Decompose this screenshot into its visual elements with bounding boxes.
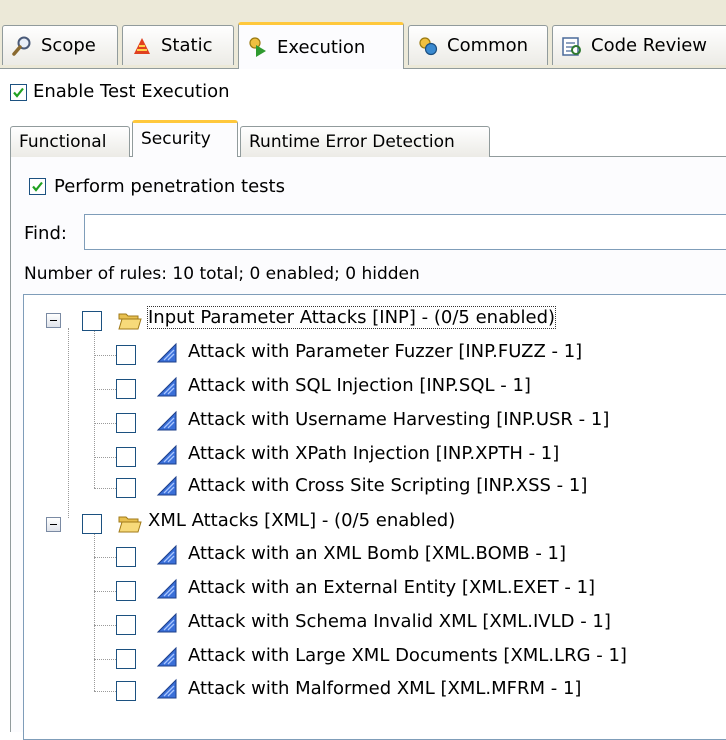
window-top-strip xyxy=(0,0,726,22)
tab-runtime-error-detection[interactable]: Runtime Error Detection xyxy=(240,126,490,157)
rule-checkbox[interactable] xyxy=(116,447,136,467)
group-label-inp[interactable]: Input Parameter Attacks [INP] - (0/5 ena… xyxy=(146,306,557,329)
rule-checkbox[interactable] xyxy=(116,547,136,567)
tree-connector-line xyxy=(94,329,95,488)
scope-icon xyxy=(12,36,31,56)
rule-icon xyxy=(156,678,177,699)
rule-label[interactable]: Attack with an External Entity [XML.EXET… xyxy=(188,577,595,598)
group-label-xml[interactable]: XML Attacks [XML] - (0/5 enabled) xyxy=(148,510,455,531)
tree-connector-line xyxy=(94,625,116,626)
rule-icon xyxy=(156,578,177,599)
rule-label[interactable]: Attack with an XML Bomb [XML.BOMB - 1] xyxy=(188,543,566,564)
open-folder-icon xyxy=(118,516,142,533)
collapse-toggle-icon[interactable] xyxy=(46,517,61,532)
static-icon xyxy=(134,37,150,54)
tab-scope[interactable]: Scope xyxy=(2,25,118,65)
rule-label[interactable]: Attack with SQL Injection [INP.SQL - 1] xyxy=(188,375,531,396)
tree-connector-line xyxy=(68,328,69,518)
tree-connector-line xyxy=(94,423,116,424)
rule-label[interactable]: Attack with Schema Invalid XML [XML.IVLD… xyxy=(188,611,611,632)
tab-code-review[interactable]: Code Review xyxy=(552,25,726,65)
rule-label[interactable]: Attack with Username Harvesting [INP.USR… xyxy=(188,409,609,430)
checkmark-icon xyxy=(13,87,24,98)
checkmark-icon xyxy=(32,181,43,192)
find-label: Find: xyxy=(24,223,67,244)
tree-connector-line xyxy=(94,691,116,692)
tab-functional[interactable]: Functional xyxy=(10,126,130,157)
rule-icon xyxy=(156,646,177,667)
rule-checkbox[interactable] xyxy=(116,681,136,701)
group-checkbox[interactable] xyxy=(82,311,102,331)
rule-label[interactable]: Attack with Parameter Fuzzer [INP.FUZZ -… xyxy=(188,341,582,362)
rule-checkbox[interactable] xyxy=(116,581,136,601)
rule-checkbox[interactable] xyxy=(116,413,136,433)
sub-tab-bar: Functional Security Runtime Error Detect… xyxy=(10,120,726,157)
rule-label[interactable]: Attack with Large XML Documents [XML.LRG… xyxy=(188,645,627,666)
tab-static-label: Static xyxy=(161,35,213,56)
tab-execution[interactable]: Execution xyxy=(238,22,404,69)
tab-common[interactable]: Common xyxy=(408,25,548,65)
rule-count-text: Number of rules: 10 total; 0 enabled; 0 … xyxy=(24,264,420,284)
tab-security[interactable]: Security xyxy=(132,120,238,157)
code-review-icon xyxy=(562,36,581,56)
rule-checkbox[interactable] xyxy=(116,379,136,399)
rule-label[interactable]: Attack with Cross Site Scripting [INP.XS… xyxy=(188,475,587,496)
tree-connector-line xyxy=(94,355,116,356)
perform-penetration-tests-checkbox[interactable] xyxy=(29,178,46,195)
rule-icon xyxy=(156,444,177,465)
rules-tree: Input Parameter Attacks [INP] - (0/5 ena… xyxy=(23,294,726,740)
group-checkbox[interactable] xyxy=(82,514,102,534)
tab-execution-label: Execution xyxy=(277,36,366,58)
tree-connector-line xyxy=(94,591,116,592)
rule-label[interactable]: Attack with Malformed XML [XML.MFRM - 1] xyxy=(188,678,581,699)
tab-scope-label: Scope xyxy=(41,35,96,56)
open-folder-icon xyxy=(118,313,142,330)
rule-checkbox[interactable] xyxy=(116,649,136,669)
rule-icon xyxy=(156,342,177,363)
rule-checkbox[interactable] xyxy=(116,345,136,365)
rule-label[interactable]: Attack with XPath Injection [INP.XPTH - … xyxy=(188,443,559,464)
rule-icon xyxy=(156,612,177,633)
tree-connector-line xyxy=(94,457,116,458)
rule-checkbox[interactable] xyxy=(116,478,136,498)
tree-connector-line xyxy=(94,557,116,558)
common-icon xyxy=(419,36,438,55)
tab-common-label: Common xyxy=(447,35,529,56)
rule-icon xyxy=(156,410,177,431)
enable-test-execution-checkbox[interactable] xyxy=(10,84,27,101)
tab-static[interactable]: Static xyxy=(122,25,234,65)
rule-icon xyxy=(156,544,177,565)
rule-icon xyxy=(156,475,177,496)
find-input[interactable] xyxy=(84,214,726,250)
tree-connector-line xyxy=(94,488,116,489)
perform-penetration-tests-label: Perform penetration tests xyxy=(54,176,285,197)
enable-test-execution-label: Enable Test Execution xyxy=(33,81,230,102)
tree-connector-line xyxy=(94,389,116,390)
tree-connector-line xyxy=(94,659,116,660)
collapse-toggle-icon[interactable] xyxy=(46,313,61,328)
rule-checkbox[interactable] xyxy=(116,615,136,635)
tab-code-review-label: Code Review xyxy=(591,35,708,56)
main-tab-bar: Scope Static Execution Common Code Revie… xyxy=(0,22,726,69)
rule-icon xyxy=(156,376,177,397)
execution-icon xyxy=(249,37,266,57)
